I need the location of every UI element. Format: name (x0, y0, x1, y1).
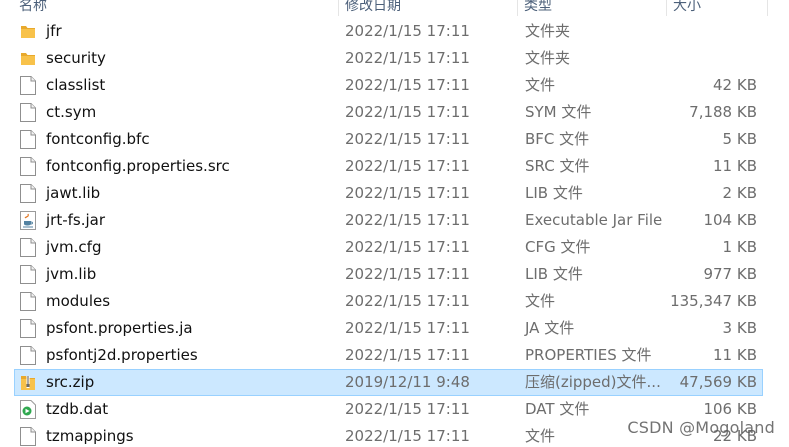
file-name: classlist (46, 76, 106, 94)
file-modified-date: 2022/1/15 17:11 (345, 292, 470, 310)
file-icon (20, 238, 36, 257)
file-name: jvm.cfg (46, 238, 102, 256)
media-file-icon (20, 400, 36, 419)
file-icon (20, 76, 36, 95)
file-modified-date: 2022/1/15 17:11 (345, 130, 470, 148)
file-size: 42 KB (713, 76, 757, 94)
file-row[interactable]: jfr 2022/1/15 17:11 文件夹 (0, 18, 789, 45)
file-icon (20, 184, 36, 203)
file-size: 11 KB (713, 346, 757, 364)
file-modified-date: 2022/1/15 17:11 (345, 103, 470, 121)
file-row[interactable]: security 2022/1/15 17:11 文件夹 (0, 45, 789, 72)
column-header-date[interactable]: 修改日期 (339, 0, 517, 18)
column-header-type[interactable]: 类型 (518, 0, 666, 18)
file-row[interactable]: psfontj2d.properties 2022/1/15 17:11 PROPE… (0, 342, 789, 369)
file-icon (20, 265, 36, 284)
folder-icon (20, 49, 36, 68)
file-size: 11 KB (713, 157, 757, 175)
file-explorer: 名称 修改日期 类型 大小 jfr 2022/1/15 17:11 文件夹 secur… (0, 0, 789, 447)
file-type: SRC 文件 (525, 157, 590, 175)
file-icon (20, 130, 36, 149)
java-jar-icon (20, 211, 36, 230)
file-type: 文件 (525, 292, 556, 310)
file-type: JA 文件 (525, 319, 575, 337)
file-modified-date: 2022/1/15 17:11 (345, 49, 470, 67)
zip-folder-icon (20, 373, 36, 392)
file-type: SYM 文件 (525, 103, 592, 121)
file-row[interactable]: classlist 2022/1/15 17:11 文件 42 KB (0, 72, 789, 99)
file-modified-date: 2022/1/15 17:11 (345, 76, 470, 94)
file-size: 5 KB (722, 130, 757, 148)
file-name: security (46, 49, 106, 67)
column-header-name[interactable]: 名称 (13, 0, 338, 18)
file-modified-date: 2022/1/15 17:11 (345, 184, 470, 202)
file-name: jrt-fs.jar (46, 211, 106, 229)
file-type: DAT 文件 (525, 400, 590, 418)
file-size: 135,347 KB (670, 292, 757, 310)
folder-icon (20, 22, 36, 41)
file-size: 7,188 KB (689, 103, 757, 121)
file-icon (20, 103, 36, 122)
file-icon (20, 157, 36, 176)
file-name: fontconfig.bfc (46, 130, 150, 148)
file-modified-date: 2022/1/15 17:11 (345, 157, 470, 175)
file-modified-date: 2022/1/15 17:11 (345, 319, 470, 337)
file-type: LIB 文件 (525, 265, 583, 283)
file-row[interactable]: fontconfig.bfc 2022/1/15 17:11 BFC 文件 5 KB (0, 126, 789, 153)
file-name: src.zip (46, 373, 95, 391)
file-modified-date: 2022/1/15 17:11 (345, 346, 470, 364)
file-size: 104 KB (703, 211, 757, 229)
file-row[interactable]: jawt.lib 2022/1/15 17:11 LIB 文件 2 KB (0, 180, 789, 207)
file-name: tzdb.dat (46, 400, 109, 418)
file-icon (20, 292, 36, 311)
file-row[interactable]: jvm.cfg 2022/1/15 17:11 CFG 文件 1 KB (0, 234, 789, 261)
file-row[interactable]: ct.sym 2022/1/15 17:11 SYM 文件 7,188 KB (0, 99, 789, 126)
file-modified-date: 2022/1/15 17:11 (345, 238, 470, 256)
file-type: Executable Jar File (525, 211, 663, 229)
file-row[interactable]: src.zip 2019/12/11 9:48 压缩(zipped)文件... 47,… (0, 369, 789, 396)
file-type: 文件 (525, 76, 556, 94)
file-name: psfontj2d.properties (46, 346, 198, 364)
file-type: BFC 文件 (525, 130, 590, 148)
file-type: CFG 文件 (525, 238, 591, 256)
file-name: tzmappings (46, 427, 134, 445)
file-modified-date: 2022/1/15 17:11 (345, 400, 470, 418)
file-list: jfr 2022/1/15 17:11 文件夹 security 2022/1/15 1… (0, 18, 789, 447)
file-name: jawt.lib (46, 184, 101, 202)
file-type: 文件夹 (525, 22, 571, 40)
file-row[interactable]: psfont.properties.ja 2022/1/15 17:11 JA 文件… (0, 315, 789, 342)
file-icon (20, 346, 36, 365)
file-type: PROPERTIES 文件 (525, 346, 652, 364)
file-name: jvm.lib (46, 265, 97, 283)
file-size: 3 KB (722, 319, 757, 337)
file-name: psfont.properties.ja (46, 319, 193, 337)
file-size: 977 KB (703, 265, 757, 283)
file-icon (20, 427, 36, 446)
file-type: LIB 文件 (525, 184, 583, 202)
column-header-size[interactable]: 大小 (667, 0, 767, 18)
file-icon (20, 319, 36, 338)
file-modified-date: 2019/12/11 9:48 (345, 373, 470, 391)
column-divider[interactable] (767, 0, 768, 16)
file-row[interactable]: jrt-fs.jar 2022/1/15 17:11 Executable Jar … (0, 207, 789, 234)
file-row[interactable]: modules 2022/1/15 17:11 文件 135,347 KB (0, 288, 789, 315)
file-size: 1 KB (722, 238, 757, 256)
file-modified-date: 2022/1/15 17:11 (345, 265, 470, 283)
file-type: 文件 (525, 427, 556, 445)
file-name: jfr (46, 22, 62, 40)
file-modified-date: 2022/1/15 17:11 (345, 427, 470, 445)
file-type: 文件夹 (525, 49, 571, 67)
file-row[interactable]: fontconfig.properties.src 2022/1/15 17:11… (0, 153, 789, 180)
file-modified-date: 2022/1/15 17:11 (345, 22, 470, 40)
file-name: fontconfig.properties.src (46, 157, 230, 175)
file-name: modules (46, 292, 111, 310)
column-header-row: 名称 修改日期 类型 大小 (0, 0, 789, 18)
file-size: 47,569 KB (679, 373, 757, 391)
watermark: CSDN @Mogoland (627, 418, 775, 437)
file-row[interactable]: jvm.lib 2022/1/15 17:11 LIB 文件 977 KB (0, 261, 789, 288)
file-size: 2 KB (722, 184, 757, 202)
file-type: 压缩(zipped)文件... (525, 373, 661, 391)
file-name: ct.sym (46, 103, 97, 121)
file-modified-date: 2022/1/15 17:11 (345, 211, 470, 229)
